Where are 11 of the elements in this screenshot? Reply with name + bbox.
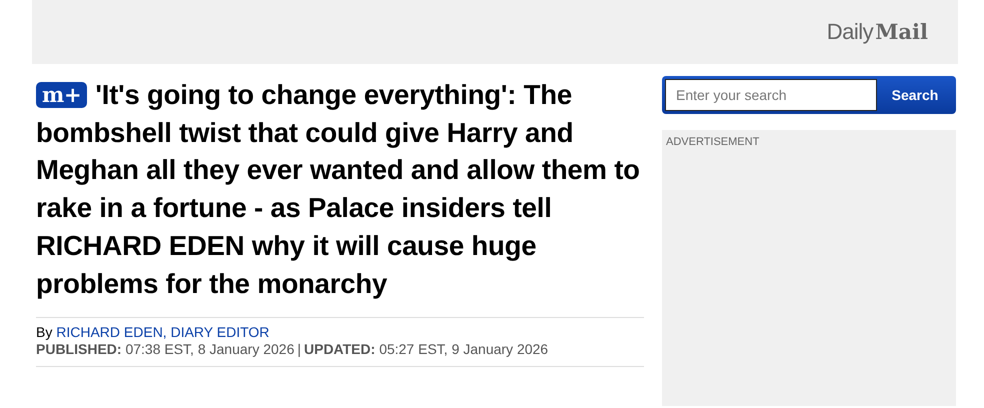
headline: m+ 'It's going to change everything': The bombshell twist that could give Harry and Meghan all they ever wanted and allow them to rake in a fortune - as Palace insiders tell RICHARD EDEN why it will cause huge problems for the monarchy — [36, 78, 641, 301]
search-button[interactable]: Search — [877, 79, 953, 111]
published-date: PUBLISHED: 07:38 EST, 8 January 2026 — [36, 341, 294, 358]
premium-badge: m+ — [36, 82, 88, 108]
updated-date: UPDATED: 05:27 EST, 9 January 2026 — [304, 341, 548, 358]
advertisement-label: ADVERTISEMENT — [666, 136, 760, 148]
author-link[interactable]: RICHARD EDEN, DIARY EDITOR — [56, 324, 270, 340]
separator: | — [297, 341, 301, 358]
byline: By RICHARD EDEN, DIARY EDITOR — [36, 324, 270, 342]
site-logo[interactable]: DailyMail — [826, 19, 928, 45]
search-field[interactable]: Enter your search — [665, 79, 877, 111]
